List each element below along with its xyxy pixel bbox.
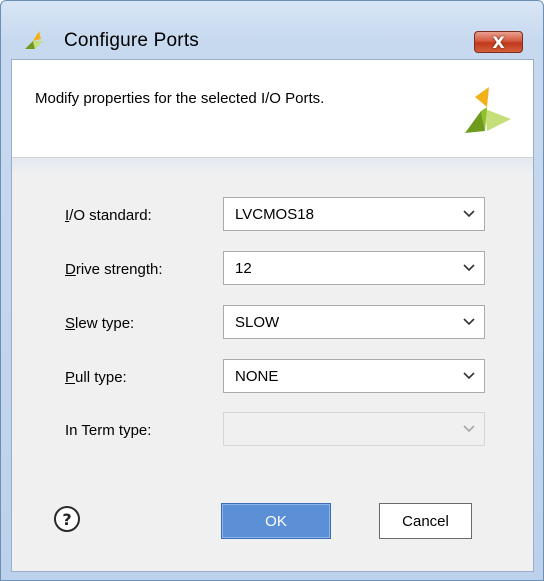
close-icon: X (492, 32, 505, 52)
divider (12, 158, 533, 176)
ok-button[interactable]: OK (221, 503, 331, 539)
in-term-type-label: In Term type: (65, 422, 152, 439)
slew-type-value: SLOW (235, 314, 280, 331)
cancel-button[interactable]: Cancel (379, 503, 472, 539)
xilinx-logo-icon (465, 87, 511, 133)
help-icon: ? (62, 509, 72, 529)
slew-type-select[interactable]: SLOW (223, 305, 485, 339)
io-standard-label: I/O standard: (65, 207, 152, 224)
form-row-io-standard: I/O standard: LVCMOS18 (12, 197, 533, 235)
pull-type-select[interactable]: NONE (223, 359, 485, 393)
io-standard-select[interactable]: LVCMOS18 (223, 197, 485, 231)
header-description: Modify properties for the selected I/O P… (35, 90, 325, 107)
window-title: Configure Ports (64, 30, 200, 51)
title-bar[interactable] (1, 1, 543, 29)
chevron-down-icon (463, 318, 475, 326)
form-row-slew-type: Slew type: SLOW (12, 305, 533, 343)
in-term-type-select[interactable] (223, 412, 485, 446)
drive-strength-value: 12 (235, 260, 252, 277)
form-row-drive-strength: Drive strength: 12 (12, 251, 533, 289)
dialog-body: Modify properties for the selected I/O P… (11, 59, 534, 572)
pull-type-label: Pull type: (65, 369, 127, 386)
chevron-down-icon (463, 210, 475, 218)
slew-type-label: Slew type: (65, 315, 135, 332)
chevron-down-icon (463, 425, 475, 433)
drive-strength-select[interactable]: 12 (223, 251, 485, 285)
io-standard-value: LVCMOS18 (235, 206, 314, 223)
chevron-down-icon (463, 264, 475, 272)
header-panel: Modify properties for the selected I/O P… (12, 60, 533, 158)
form-row-in-term-type: In Term type: (12, 412, 533, 450)
drive-strength-label: Drive strength: (65, 261, 163, 278)
close-button[interactable]: X (474, 31, 523, 53)
help-button[interactable]: ? (54, 506, 80, 532)
form-row-pull-type: Pull type: NONE (12, 359, 533, 397)
configure-ports-dialog: Configure Ports X Modify properties for … (0, 0, 544, 581)
pull-type-value: NONE (235, 368, 279, 385)
chevron-down-icon (463, 372, 475, 380)
xilinx-logo-icon (25, 31, 43, 49)
